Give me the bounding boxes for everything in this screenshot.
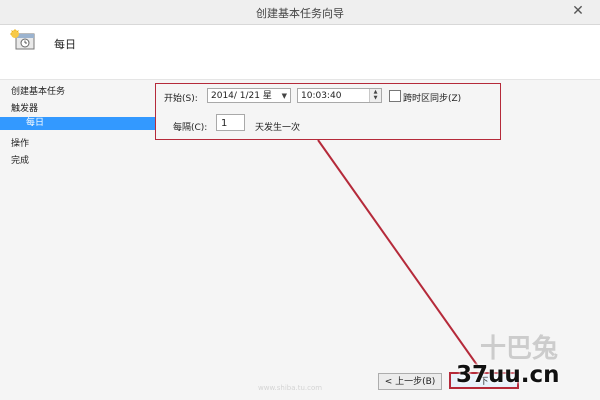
watermark-logo: 37uu.cn — [456, 362, 560, 388]
watermark-url: www.shiba.tu.com — [258, 384, 323, 392]
watermark-faint: 十巴兔 — [480, 334, 559, 364]
back-button[interactable]: < 上一步(B) — [378, 373, 442, 390]
